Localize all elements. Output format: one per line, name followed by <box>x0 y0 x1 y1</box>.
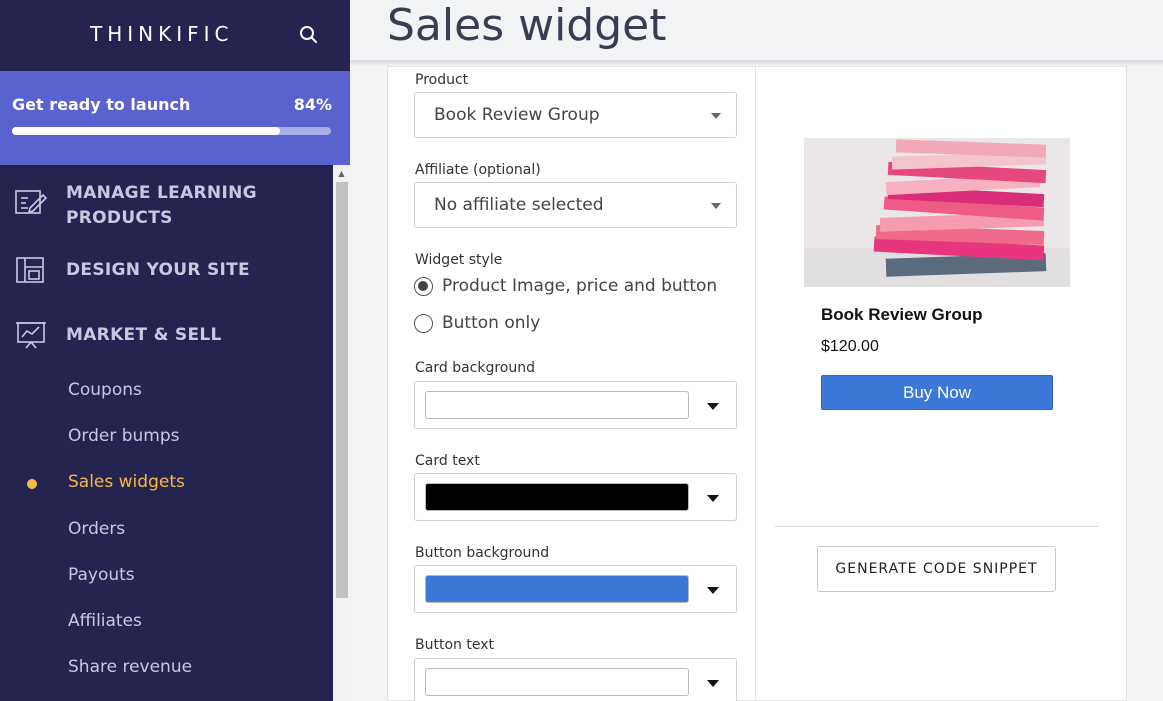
active-indicator-dot <box>27 479 37 489</box>
card-text-color-picker[interactable] <box>414 473 737 521</box>
page-title: Sales widget <box>387 0 667 51</box>
card-text-swatch[interactable] <box>425 483 689 511</box>
product-select-value: Book Review Group <box>434 105 600 125</box>
layout-icon <box>14 255 48 285</box>
button-text-color-picker[interactable] <box>414 658 737 701</box>
chevron-down-icon <box>711 203 721 209</box>
widget-style-label: Widget style <box>415 252 503 268</box>
button-background-label: Button background <box>415 545 550 561</box>
radio-label: Product Image, price and button <box>442 276 718 296</box>
nav-section-label: MARKET & SELL <box>66 325 222 345</box>
buy-now-button[interactable]: Buy Now <box>821 375 1053 410</box>
product-select[interactable]: Book Review Group <box>414 92 737 138</box>
preview-product-price: $120.00 <box>821 338 879 355</box>
radio-button[interactable] <box>414 313 433 333</box>
sidebar-item-affiliates[interactable]: Affiliates <box>68 611 142 631</box>
radio-button-checked[interactable] <box>414 276 433 296</box>
chevron-down-icon <box>707 680 719 687</box>
sidebar-item-order-bumps[interactable]: Order bumps <box>68 426 180 446</box>
edit-list-icon <box>14 188 48 218</box>
nav-section-manage-learning-products[interactable]: MANAGE LEARNING PRODUCTS <box>0 180 333 235</box>
nav-section-label: MANAGE LEARNING PRODUCTS <box>66 183 257 228</box>
sidebar-item-share-revenue[interactable]: Share revenue <box>68 657 192 677</box>
chevron-down-icon <box>707 403 719 410</box>
affiliate-select-value: No affiliate selected <box>434 195 604 215</box>
chevron-down-icon <box>707 587 719 594</box>
sidebar-scrollbar-thumb[interactable] <box>336 182 348 598</box>
top-bar: THINKIFIC <box>0 0 350 71</box>
card-text-label: Card text <box>415 453 480 469</box>
affiliate-label: Affiliate (optional) <box>415 162 541 178</box>
launch-progress-bar <box>12 127 331 135</box>
horizontal-divider <box>775 526 1098 527</box>
nav-section-market-sell[interactable]: MARKET & SELL <box>0 320 333 352</box>
style-option-image-price-button[interactable]: Product Image, price and button <box>414 276 717 296</box>
sidebar-item-payouts[interactable]: Payouts <box>68 565 135 585</box>
affiliate-select[interactable]: No affiliate selected <box>414 182 737 228</box>
card-background-color-picker[interactable] <box>414 381 737 429</box>
product-image <box>804 138 1070 287</box>
button-background-color-picker[interactable] <box>414 565 737 613</box>
nav-section-design-your-site[interactable]: DESIGN YOUR SITE <box>0 255 333 287</box>
launch-progress-panel[interactable]: Get ready to launch 84% <box>0 71 350 165</box>
launch-title: Get ready to launch <box>12 95 191 114</box>
radio-label: Button only <box>442 313 541 333</box>
product-label: Product <box>415 72 469 88</box>
search-icon[interactable] <box>298 24 320 46</box>
preview-product-name: Book Review Group <box>821 305 983 324</box>
sidebar-item-coupons[interactable]: Coupons <box>68 380 142 400</box>
vertical-divider <box>755 66 756 701</box>
sidebar-item-sales-widgets[interactable]: Sales widgets <box>68 472 185 492</box>
scroll-up-arrow-icon[interactable]: ▲ <box>333 165 350 181</box>
button-text-swatch[interactable] <box>425 668 689 696</box>
launch-percent: 84% <box>293 95 332 114</box>
chevron-down-icon <box>711 113 721 119</box>
button-text-label: Button text <box>415 637 494 653</box>
launch-progress-fill <box>12 127 280 135</box>
nav-section-label: DESIGN YOUR SITE <box>66 260 250 280</box>
chevron-down-icon <box>707 495 719 502</box>
thinkific-logo[interactable]: THINKIFIC <box>90 22 234 46</box>
card-background-swatch[interactable] <box>425 391 689 419</box>
sidebar-item-orders[interactable]: Orders <box>68 519 125 539</box>
chart-board-icon <box>14 320 48 350</box>
button-background-swatch[interactable] <box>425 575 689 603</box>
card-background-label: Card background <box>415 360 536 376</box>
generate-code-snippet-button[interactable]: GENERATE CODE SNIPPET <box>817 546 1056 592</box>
style-option-button-only[interactable]: Button only <box>414 313 540 333</box>
